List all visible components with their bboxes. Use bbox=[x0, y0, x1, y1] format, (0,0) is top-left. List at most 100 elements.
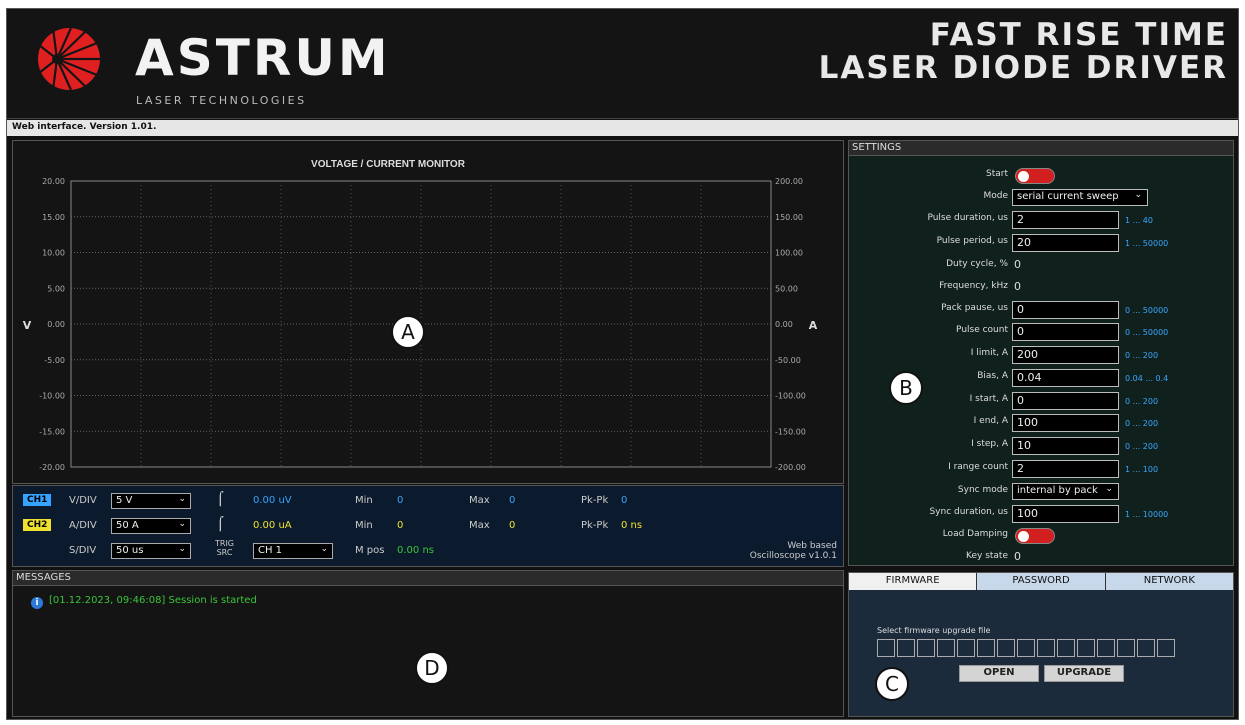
setting-sync-duration: Sync duration, us 100 1 ... 10000 bbox=[849, 504, 1235, 524]
sdiv-select[interactable]: 50 us ⌄ bbox=[111, 543, 191, 559]
mode-value: serial current sweep bbox=[1017, 191, 1119, 202]
chevron-down-icon: ⌄ bbox=[1105, 484, 1113, 494]
pulse-duration-input[interactable]: 2 bbox=[1012, 211, 1119, 229]
file-cell bbox=[1077, 639, 1095, 657]
ch2-badge[interactable]: CH2 bbox=[23, 519, 52, 531]
ch1-reading: 0.00 uV bbox=[253, 495, 292, 506]
i-end-label: I end, A bbox=[973, 416, 1008, 426]
pulse-period-input[interactable]: 20 bbox=[1012, 234, 1119, 252]
bias-label: Bias, A bbox=[977, 371, 1008, 381]
brand-name: ASTRUM bbox=[135, 29, 391, 87]
settings-title: SETTINGS bbox=[849, 141, 1233, 156]
settings-panel: SETTINGS Start Mode serial current sweep ⌄… bbox=[848, 140, 1234, 566]
sync-duration-input[interactable]: 100 bbox=[1012, 505, 1119, 523]
setting-duty-cycle: Duty cycle, % 0 bbox=[849, 256, 1235, 276]
oscilloscope-controls: CH1 V/DIV 5 V ⌄ ⌠ 0.00 uV Min 0 Max 0 Pk-… bbox=[12, 485, 844, 567]
ch1-vdiv-select[interactable]: 5 V ⌄ bbox=[111, 493, 191, 509]
y-axis-left-ticks: 20.00 15.00 10.00 5.00 0.00 -5.00 -10.00 -15.00… bbox=[39, 177, 65, 472]
setting-sync-mode: Sync mode internal by pack ⌄ bbox=[849, 482, 1235, 502]
toggle-knob bbox=[1018, 531, 1029, 542]
open-button[interactable]: OPEN bbox=[959, 665, 1039, 682]
firmware-panel: FIRMWARE PASSWORD NETWORK Select firmwar… bbox=[848, 572, 1234, 717]
start-label: Start bbox=[986, 169, 1008, 179]
i-limit-label: I limit, A bbox=[970, 348, 1008, 358]
chevron-down-icon: ⌄ bbox=[178, 544, 186, 554]
oscilloscope-version: Web based Oscilloscope v1.0.1 bbox=[750, 541, 837, 561]
version-bar: Web interface. Version 1.01. bbox=[7, 120, 1238, 136]
i-step-label: I step, A bbox=[971, 439, 1008, 449]
ch2-max-value: 0 bbox=[509, 520, 516, 531]
ch2-max-label: Max bbox=[469, 520, 490, 531]
trigger-source-select[interactable]: CH 1 ⌄ bbox=[253, 543, 333, 559]
file-cell bbox=[897, 639, 915, 657]
chevron-down-icon: ⌄ bbox=[178, 494, 186, 504]
y-right-tick-label: 100.00 bbox=[775, 249, 803, 258]
i-step-range: 0 ... 200 bbox=[1125, 442, 1159, 451]
pack-pause-range: 0 ... 50000 bbox=[1125, 306, 1169, 315]
y-right-tick-label: 0.00 bbox=[775, 320, 793, 329]
file-cell bbox=[1017, 639, 1035, 657]
ch2-pkpk-label: Pk-Pk bbox=[581, 520, 609, 531]
ch1-badge[interactable]: CH1 bbox=[23, 494, 52, 506]
i-start-label: I start, A bbox=[969, 394, 1008, 404]
pulse-count-label: Pulse count bbox=[956, 325, 1008, 335]
y-right-tick-label: -50.00 bbox=[775, 356, 801, 365]
marker-d: D bbox=[415, 651, 449, 685]
sync-mode-value: internal by pack bbox=[1017, 485, 1098, 496]
setting-frequency: Frequency, kHz 0 bbox=[849, 278, 1235, 298]
ch1-vdiv-value: 5 V bbox=[116, 495, 133, 506]
pack-pause-input[interactable]: 0 bbox=[1012, 301, 1119, 319]
ch2-min-label: Min bbox=[355, 520, 373, 531]
y-axis-right-ticks: 200.00 150.00 100.00 50.00 0.00 -50.00 -100.00… bbox=[775, 177, 806, 472]
product-title: FAST RISE TIME LASER DIODE DRIVER bbox=[819, 19, 1228, 85]
message-text: [01.12.2023, 09:46:08] Session is starte… bbox=[49, 595, 257, 606]
pulse-duration-range: 1 ... 40 bbox=[1125, 216, 1153, 225]
oscilloscope-chart[interactable]: VOLTAGE / CURRENT MONITOR 20.00 15.00 10.0… bbox=[13, 141, 843, 483]
i-limit-range: 0 ... 200 bbox=[1125, 351, 1159, 360]
i-end-input[interactable]: 100 bbox=[1012, 414, 1119, 432]
mode-select[interactable]: serial current sweep ⌄ bbox=[1012, 189, 1148, 206]
ch1-min-value: 0 bbox=[397, 495, 404, 506]
setting-mode: Mode serial current sweep ⌄ bbox=[849, 188, 1235, 208]
y-left-tick-label: 10.00 bbox=[42, 249, 65, 258]
pulse-duration-label: Pulse duration, us bbox=[927, 213, 1008, 223]
start-toggle[interactable] bbox=[1015, 168, 1055, 184]
message-item: i [01.12.2023, 09:46:08] Session is start… bbox=[31, 595, 257, 609]
tab-firmware[interactable]: FIRMWARE bbox=[849, 573, 978, 590]
file-cell bbox=[957, 639, 975, 657]
ch2-div-label: A/DIV bbox=[69, 520, 97, 531]
i-limit-input[interactable]: 200 bbox=[1012, 346, 1119, 364]
pulse-count-input[interactable]: 0 bbox=[1012, 323, 1119, 341]
sync-mode-label: Sync mode bbox=[957, 485, 1008, 495]
ch2-adiv-select[interactable]: 50 A ⌄ bbox=[111, 518, 191, 534]
i-range-count-input[interactable]: 2 bbox=[1012, 460, 1119, 478]
tab-password[interactable]: PASSWORD bbox=[977, 573, 1106, 590]
config-tabs: FIRMWARE PASSWORD NETWORK bbox=[849, 573, 1233, 590]
rising-edge-icon[interactable]: ⌠ bbox=[217, 492, 224, 507]
rising-edge-icon[interactable]: ⌠ bbox=[217, 517, 224, 532]
file-cell bbox=[1037, 639, 1055, 657]
i-start-input[interactable]: 0 bbox=[1012, 392, 1119, 410]
setting-pulse-duration: Pulse duration, us 2 1 ... 40 bbox=[849, 210, 1235, 230]
pack-pause-label: Pack pause, us bbox=[941, 303, 1008, 313]
bias-input[interactable]: 0.04 bbox=[1012, 369, 1119, 387]
load-damping-toggle[interactable] bbox=[1015, 528, 1055, 544]
upgrade-button[interactable]: UPGRADE bbox=[1044, 665, 1124, 682]
setting-start: Start bbox=[849, 166, 1235, 186]
setting-i-range-count: I range count 2 1 ... 100 bbox=[849, 459, 1235, 479]
y-axis-left-label: V bbox=[23, 319, 32, 332]
sync-mode-select[interactable]: internal by pack ⌄ bbox=[1012, 483, 1119, 500]
firmware-file-progress bbox=[877, 639, 1175, 657]
key-state-value: 0 bbox=[1014, 550, 1021, 563]
setting-key-state: Key state 0 bbox=[849, 548, 1235, 568]
i-step-input[interactable]: 10 bbox=[1012, 437, 1119, 455]
setting-pulse-count: Pulse count 0 0 ... 50000 bbox=[849, 322, 1235, 342]
y-left-tick-label: -5.00 bbox=[44, 356, 65, 365]
ch2-reading: 0.00 uA bbox=[253, 520, 292, 531]
tab-network[interactable]: NETWORK bbox=[1105, 573, 1233, 590]
brand-subtitle: LASER TECHNOLOGIES bbox=[136, 94, 307, 107]
setting-i-end: I end, A 100 0 ... 200 bbox=[849, 413, 1235, 433]
file-cell bbox=[1157, 639, 1175, 657]
setting-pulse-period: Pulse period, us 20 1 ... 50000 bbox=[849, 233, 1235, 253]
setting-i-step: I step, A 10 0 ... 200 bbox=[849, 436, 1235, 456]
